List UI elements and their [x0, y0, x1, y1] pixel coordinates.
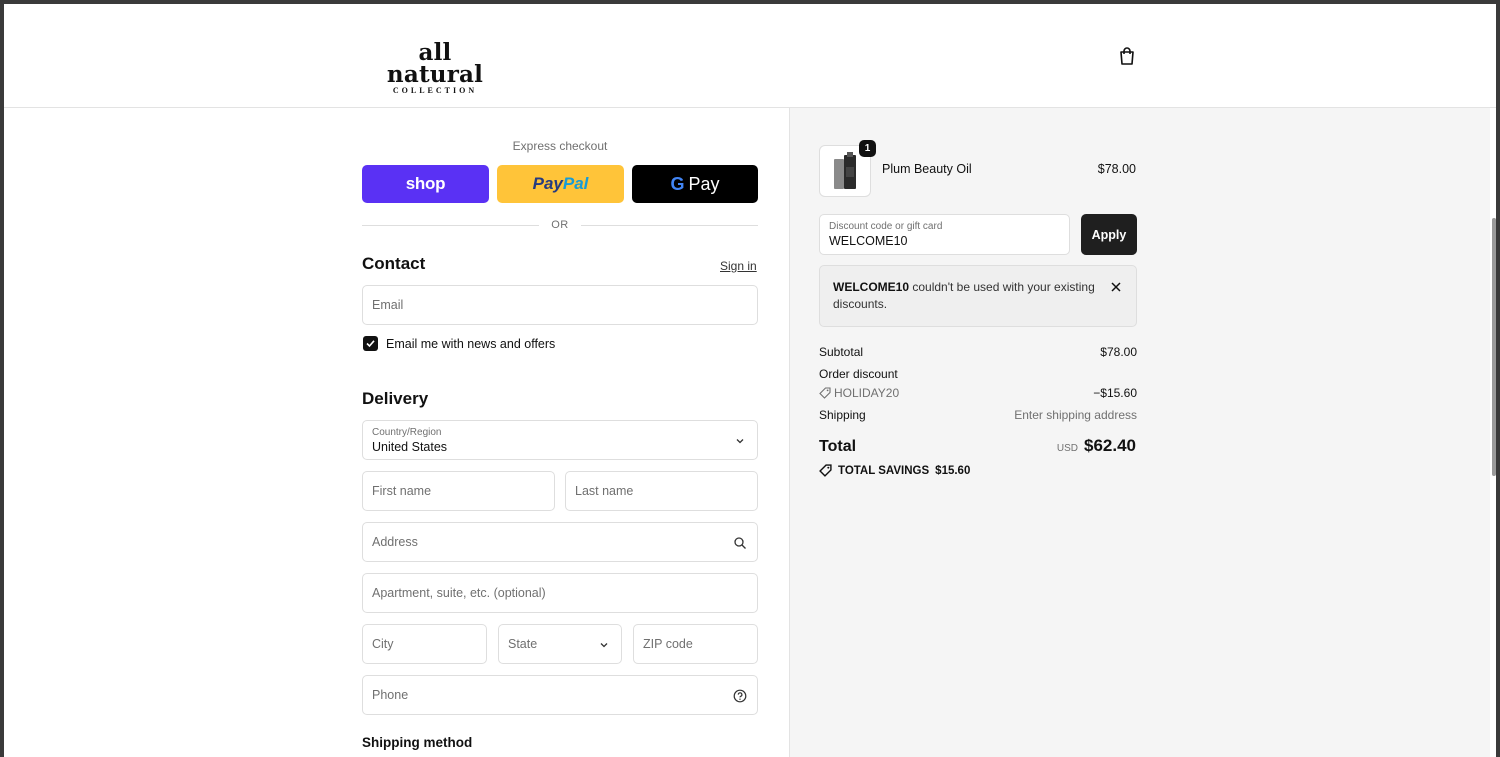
chevron-down-icon — [600, 643, 608, 648]
newsletter-label: Email me with news and offers — [386, 336, 556, 351]
apply-button[interactable]: Apply — [1081, 214, 1137, 255]
state-placeholder: State — [508, 637, 538, 651]
quantity-badge: 1 — [859, 140, 876, 157]
applied-discount-row: HOLIDAY20 −$15.60 — [819, 386, 1137, 400]
checkout-page: all natural COLLECTION Express checkout … — [4, 4, 1496, 757]
total-value: $62.40 — [1084, 436, 1136, 455]
total-label: Total — [819, 438, 857, 455]
scrollbar-thumb[interactable] — [1492, 218, 1496, 476]
country-select[interactable]: Country/Region United States — [362, 420, 758, 460]
shop-pay-label: shop — [405, 174, 446, 193]
apartment-field[interactable]: Apartment, suite, etc. (optional) — [362, 573, 758, 613]
order-discount-label: Order discount — [819, 367, 898, 381]
or-label: OR — [551, 219, 569, 231]
google-pay-label: Pay — [688, 173, 720, 194]
paypal-label-part1: Pay — [532, 174, 563, 193]
email-field[interactable]: Email — [362, 285, 758, 325]
express-checkout-label: Express checkout — [512, 139, 608, 153]
discount-amount: −$15.60 — [1093, 386, 1137, 400]
first-name-placeholder: First name — [372, 484, 432, 498]
shipping-method-title: Shipping method — [362, 735, 473, 750]
tag-icon — [819, 387, 831, 399]
order-summary-panel — [789, 108, 1496, 757]
phone-placeholder: Phone — [372, 688, 409, 702]
product-name: Plum Beauty Oil — [882, 162, 972, 176]
notice-code: WELCOME10 — [833, 280, 910, 294]
checkmark-icon — [366, 340, 375, 348]
savings-label: TOTAL SAVINGS — [838, 464, 930, 477]
google-pay-button[interactable]: G Pay — [632, 165, 758, 203]
discount-value: WELCOME10 — [829, 234, 908, 248]
discount-error-notice: WELCOME10 couldn't be used with your exi… — [819, 265, 1137, 327]
divider-line — [580, 224, 758, 226]
chevron-down-icon — [736, 439, 744, 444]
zip-field[interactable]: ZIP code — [633, 624, 758, 664]
contact-title: Contact — [362, 254, 426, 273]
paypal-label-part2: Pal — [562, 174, 589, 193]
delivery-title: Delivery — [362, 389, 429, 408]
city-field[interactable]: City — [362, 624, 487, 664]
total-amount: USD $62.40 — [1057, 436, 1136, 456]
newsletter-checkbox-row[interactable]: Email me with news and offers — [363, 336, 555, 351]
newsletter-checkbox[interactable] — [363, 336, 378, 351]
shipping-label: Shipping — [819, 408, 866, 422]
scrollbar-track[interactable] — [1490, 108, 1496, 757]
address-placeholder: Address — [372, 535, 418, 549]
product-bottle-image — [834, 152, 856, 189]
shopping-bag-icon[interactable] — [1117, 46, 1137, 66]
email-placeholder: Email — [372, 298, 404, 312]
subtotal-row: Subtotal $78.00 — [819, 345, 1137, 359]
subtotal-label: Subtotal — [819, 345, 864, 359]
tag-icon — [819, 464, 832, 477]
product-price: $78.00 — [1097, 162, 1136, 176]
shipping-row: Shipping Enter shipping address — [819, 408, 1137, 422]
apartment-placeholder: Apartment, suite, etc. (optional) — [372, 586, 546, 600]
zip-placeholder: ZIP code — [643, 637, 693, 651]
brand-logo[interactable]: all natural COLLECTION — [375, 39, 495, 95]
paypal-button[interactable]: Pay Pal — [497, 165, 624, 203]
phone-field[interactable]: Phone — [362, 675, 758, 715]
or-divider: OR — [362, 217, 758, 233]
divider-line — [362, 224, 540, 226]
discount-code-field[interactable]: Discount code or gift card WELCOME10 — [819, 214, 1070, 255]
shipping-value: Enter shipping address — [1014, 408, 1137, 422]
address-field[interactable]: Address — [362, 522, 758, 562]
last-name-placeholder: Last name — [575, 484, 634, 498]
currency-code: USD — [1056, 443, 1078, 454]
order-discount-row: Order discount — [819, 367, 1137, 381]
savings-value: $15.60 — [935, 464, 971, 477]
shop-pay-button[interactable]: shop — [362, 165, 489, 203]
brand-sub: COLLECTION — [392, 86, 478, 95]
search-icon[interactable] — [733, 536, 747, 550]
close-icon[interactable] — [1111, 282, 1121, 292]
state-select[interactable]: State — [498, 624, 622, 664]
help-icon[interactable] — [733, 689, 747, 703]
brand-name: all natural — [386, 39, 484, 88]
google-g-icon: G — [670, 173, 685, 194]
city-placeholder: City — [372, 637, 394, 651]
discount-code-applied: HOLIDAY20 — [834, 386, 900, 400]
header: all natural COLLECTION — [4, 4, 1496, 108]
total-savings: TOTAL SAVINGS $15.60 — [819, 464, 970, 477]
country-value: United States — [372, 440, 448, 454]
first-name-field[interactable]: First name — [362, 471, 555, 511]
discount-label: Discount code or gift card — [829, 221, 943, 232]
sign-in-link[interactable]: Sign in — [720, 259, 757, 273]
country-label: Country/Region — [372, 427, 442, 438]
last-name-field[interactable]: Last name — [565, 471, 758, 511]
subtotal-value: $78.00 — [1100, 345, 1137, 359]
